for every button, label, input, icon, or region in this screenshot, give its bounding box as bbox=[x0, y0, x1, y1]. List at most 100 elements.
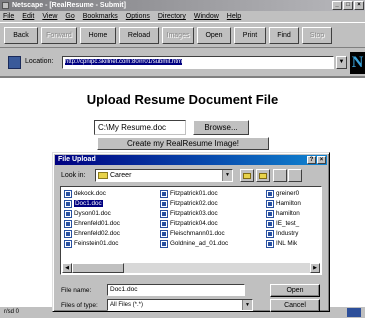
dialog-close-button[interactable]: × bbox=[317, 156, 326, 164]
open-dialog-button[interactable]: Open bbox=[270, 284, 320, 297]
menu-edit[interactable]: Edit bbox=[22, 11, 34, 22]
window-titlebar: Netscape - [RealResume - Submit] _ □ × bbox=[0, 0, 365, 11]
help-button[interactable]: ? bbox=[307, 156, 316, 164]
create-image-button[interactable]: Create my RealResume Image! bbox=[97, 137, 269, 150]
list-item[interactable]: Fitzpatrick04.doc bbox=[159, 219, 228, 229]
document-icon bbox=[266, 200, 274, 208]
list-item[interactable]: Goldnine_ad_01.doc bbox=[159, 239, 228, 249]
print-button[interactable]: Print bbox=[234, 27, 266, 44]
browse-button[interactable]: Browse... bbox=[193, 120, 249, 135]
file-column-3: greiner0 Hamilton hamilton IE_test_ Indu… bbox=[265, 189, 301, 249]
list-item[interactable]: Fitzpatrick01.doc bbox=[159, 189, 228, 199]
document-icon bbox=[64, 240, 72, 248]
document-icon bbox=[160, 230, 168, 238]
dialog-title-controls: ? × bbox=[307, 156, 326, 164]
back-button[interactable]: Back bbox=[4, 27, 38, 44]
list-item[interactable]: Fleischmann01.doc bbox=[159, 229, 228, 239]
url-text: http://cpnipc.skillnet.com:80/rr01/submi… bbox=[65, 59, 183, 65]
list-item[interactable]: hamilton bbox=[265, 209, 301, 219]
location-label: Location: bbox=[25, 58, 54, 65]
minimize-button[interactable]: _ bbox=[332, 1, 342, 10]
url-dropdown-icon[interactable]: ▼ bbox=[336, 56, 347, 69]
document-icon bbox=[160, 210, 168, 218]
dialog-titlebar: File Upload ? × bbox=[55, 155, 327, 165]
up-folder-button[interactable] bbox=[240, 169, 254, 182]
cancel-button[interactable]: Cancel bbox=[270, 299, 320, 312]
page-title: Upload Resume Document File bbox=[86, 92, 279, 107]
up-folder-icon bbox=[243, 173, 251, 179]
url-input[interactable]: http://cpnipc.skillnet.com:80/rr01/submi… bbox=[62, 56, 334, 69]
dialog-title: File Upload bbox=[58, 156, 96, 163]
file-list[interactable]: dekock.doc Doc1.doc Dyson01.doc Ehrenfel… bbox=[60, 186, 322, 275]
security-icon bbox=[347, 308, 361, 317]
document-icon bbox=[64, 190, 72, 198]
menu-file[interactable]: File bbox=[3, 11, 14, 22]
document-icon bbox=[64, 220, 72, 228]
menu-help[interactable]: Help bbox=[227, 11, 241, 22]
menu-options[interactable]: Options bbox=[126, 11, 150, 22]
file-name-input[interactable]: Doc1.doc bbox=[107, 284, 245, 296]
location-bar: Location: http://cpnipc.skillnet.com:80/… bbox=[0, 48, 365, 78]
list-item[interactable]: Fitzpatrick02.doc bbox=[159, 199, 228, 209]
scroll-left-icon[interactable]: ◀ bbox=[62, 263, 72, 273]
folder-icon bbox=[98, 172, 108, 179]
look-in-value: Career bbox=[110, 172, 132, 179]
list-item[interactable]: IE_test_ bbox=[265, 219, 301, 229]
document-icon bbox=[266, 190, 274, 198]
menu-window[interactable]: Window bbox=[194, 11, 219, 22]
menu-bookmarks[interactable]: Bookmarks bbox=[83, 11, 118, 22]
netscape-app-icon bbox=[2, 2, 9, 9]
open-button[interactable]: Open bbox=[197, 27, 231, 44]
list-item[interactable]: Feinstein01.doc bbox=[63, 239, 120, 249]
list-item[interactable]: dekock.doc bbox=[63, 189, 120, 199]
document-icon bbox=[160, 200, 168, 208]
new-folder-button[interactable] bbox=[256, 169, 270, 182]
list-item-selected[interactable]: Doc1.doc bbox=[63, 199, 120, 209]
file-column-2: Fitzpatrick01.doc Fitzpatrick02.doc Fitz… bbox=[159, 189, 228, 249]
list-item[interactable]: greiner0 bbox=[265, 189, 301, 199]
navigation-toolbar: Back Forward Home Reload Images Open Pri… bbox=[0, 22, 365, 48]
chevron-down-icon[interactable]: ▼ bbox=[242, 300, 252, 310]
list-item[interactable]: INL Mik bbox=[265, 239, 301, 249]
home-button[interactable]: Home bbox=[80, 27, 116, 44]
menu-go[interactable]: Go bbox=[65, 11, 74, 22]
file-path-input[interactable]: C:\My Resume.doc bbox=[94, 120, 186, 135]
file-type-value: All Files (*.*) bbox=[110, 302, 144, 308]
images-button[interactable]: Images bbox=[162, 27, 194, 44]
document-icon bbox=[266, 220, 274, 228]
file-column-1: dekock.doc Doc1.doc Dyson01.doc Ehrenfel… bbox=[63, 189, 120, 249]
list-item[interactable]: Fitzpatrick03.doc bbox=[159, 209, 228, 219]
list-item[interactable]: Hamilton bbox=[265, 199, 301, 209]
list-item[interactable]: Dyson01.doc bbox=[63, 209, 120, 219]
scroll-thumb[interactable] bbox=[72, 263, 124, 273]
forward-button[interactable]: Forward bbox=[41, 27, 77, 44]
scroll-right-icon[interactable]: ▶ bbox=[310, 263, 320, 273]
find-button[interactable]: Find bbox=[269, 27, 299, 44]
window-title: Netscape - [RealResume - Submit] bbox=[12, 2, 126, 9]
status-text: r/sd 0 bbox=[4, 309, 20, 315]
document-icon bbox=[64, 200, 72, 208]
list-item[interactable]: Industry bbox=[265, 229, 301, 239]
details-view-button[interactable] bbox=[288, 169, 302, 182]
file-type-select[interactable]: All Files (*.*) ▼ bbox=[107, 299, 253, 311]
reload-button[interactable]: Reload bbox=[119, 27, 159, 44]
look-in-select[interactable]: Career ▼ bbox=[95, 169, 233, 182]
file-type-label: Files of type: bbox=[61, 302, 98, 309]
horizontal-scrollbar[interactable]: ◀ ▶ bbox=[62, 263, 320, 273]
stop-button[interactable]: Stop bbox=[302, 27, 332, 44]
maximize-button[interactable]: □ bbox=[343, 1, 353, 10]
list-item[interactable]: Ehrenfeld01.doc bbox=[63, 219, 120, 229]
list-item[interactable]: Ehrenfeld02.doc bbox=[63, 229, 120, 239]
menu-directory[interactable]: Directory bbox=[158, 11, 186, 22]
document-icon bbox=[64, 230, 72, 238]
menu-view[interactable]: View bbox=[42, 11, 57, 22]
file-name-label: File name: bbox=[61, 287, 92, 294]
document-icon bbox=[160, 190, 168, 198]
document-icon bbox=[64, 210, 72, 218]
file-upload-dialog: File Upload ? × Look in: Career ▼ dekock… bbox=[52, 152, 330, 312]
close-button[interactable]: × bbox=[354, 1, 364, 10]
look-in-label: Look in: bbox=[61, 172, 86, 179]
list-view-button[interactable] bbox=[273, 169, 287, 182]
chevron-down-icon[interactable]: ▼ bbox=[222, 170, 232, 181]
bookmark-icon[interactable] bbox=[8, 56, 21, 69]
